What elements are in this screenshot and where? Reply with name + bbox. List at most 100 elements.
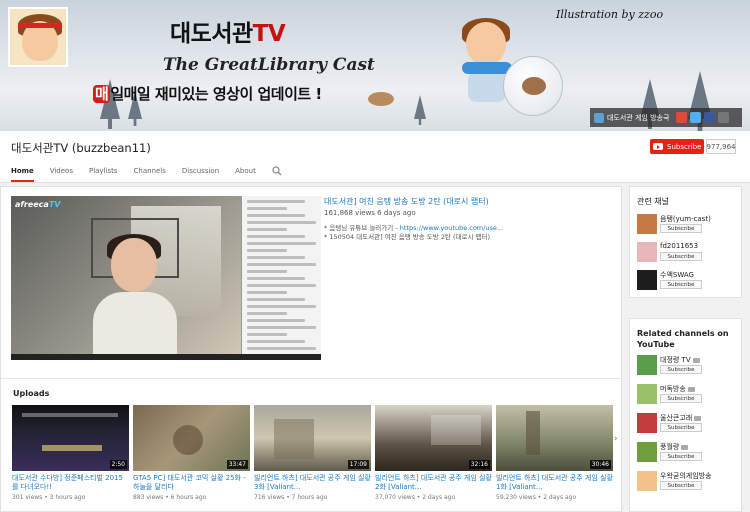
featured-video-player[interactable]: afreecaTV [11,196,321,360]
tab-channels[interactable]: Channels [134,167,166,182]
banner-title: 대도서관TV [170,21,286,47]
subscribe-button[interactable]: Subscribe [660,481,702,490]
video-duration: 33:47 [226,460,248,469]
verified-icon [687,386,695,392]
channel-name[interactable]: 대도서관TV (buzzbean11) [11,140,151,156]
related-channel-item[interactable]: 머독방송 Subscribe [637,384,741,406]
tab-home[interactable]: Home [11,167,34,182]
video-title[interactable]: 빌리언트 하츠] 대도서관 공주 게임 실황 3화 [Valiant... [254,474,371,492]
video-meta: 59,230 views • 2 days ago [496,494,577,501]
illustration-credit: Illustration by zzoo [556,8,664,21]
search-icon[interactable] [272,166,282,176]
video-thumbnail[interactable]: 2:50 [12,405,129,471]
channel-name[interactable]: 풍월량 [660,442,689,452]
subscribe-button[interactable]: Subscribe [650,139,704,154]
twitter-icon[interactable] [690,112,702,123]
subscribe-button[interactable]: Subscribe [660,280,702,289]
subscribe-button[interactable]: Subscribe [660,252,702,261]
featured-video-meta: 161,868 views 6 days ago [324,209,416,217]
banner-snowball [503,56,563,116]
tab-videos[interactable]: Videos [50,167,73,182]
related-channel-item[interactable]: 수액SWAG Subscribe [637,270,741,292]
video-meta: 883 views • 6 hours ago [133,494,207,501]
uploads-heading[interactable]: Uploads [13,389,49,398]
video-title[interactable]: 빌리언트 하츠] 대도서관 공주 게임 실황 2화 [Valiant... [375,474,492,492]
banner-tree [414,95,426,125]
video-title[interactable]: GTA5 PC] 대도서관 코믹 실황 25화 - 하늘을 달리다 [133,474,250,492]
channel-avatar[interactable] [637,413,657,433]
channel-avatar[interactable] [637,442,657,462]
channel-name[interactable]: 수액SWAG [660,270,694,280]
related-channel-item[interactable]: 우왁굳의게임방송 Subscribe [637,471,741,493]
tab-about[interactable]: About [235,167,256,182]
video-card[interactable]: 2:50 대도서관 수다방] 정준페스티벌 2015를 다녀오다!! 301 v… [12,405,129,501]
youtube-logo-icon [653,143,663,150]
video-thumbnail[interactable]: 32:16 [375,405,492,471]
video-meta: 301 views • 3 hours ago [12,494,86,501]
video-person [89,234,181,354]
video-title[interactable]: 빌리언트 하츠] 대도서관 공주 게임 실황 1화 [Valiant... [496,474,613,492]
video-card[interactable]: 33:47 GTA5 PC] 대도서관 코믹 실황 25화 - 하늘을 달리다 … [133,405,250,501]
featured-video-title[interactable]: 대도서관] 여친 음탱 방송 도방 2탄 (대로시 랩터) [324,196,614,207]
related-channel-item[interactable]: 대정령 TV Subscribe [637,355,741,377]
channel-tabs: Home Videos Playlists Channels Discussio… [11,166,282,182]
video-card[interactable]: 17:09 빌리언트 하츠] 대도서관 공주 게임 실황 3화 [Valiant… [254,405,371,501]
video-thumbnail[interactable]: 33:47 [133,405,250,471]
subscribe-button[interactable]: Subscribe [660,224,702,233]
subscriber-count: 977,964 [706,139,736,154]
youtube-related-heading: Related channels on YouTube [637,329,729,349]
video-duration: 32:16 [468,460,490,469]
channel-banner: 대도서관TV The GreatLibrary Cast 매 일매일 재미있는 영… [0,0,750,131]
channel-avatar[interactable] [637,384,657,404]
banner-tagline: 매 일매일 재미있는 영상이 업데이트 ! [93,85,322,103]
video-meta: 37,070 views • 2 days ago [375,494,456,501]
afreeca-logo: afreecaTV [15,200,61,209]
channel-avatar[interactable] [637,242,657,262]
channel-name[interactable]: 울산큰고래 [660,413,702,423]
related-channel-item[interactable]: fd2011653 Subscribe [637,242,741,264]
main-content: afreecaTV 대도서관] 여친 음탱 방송 도방 2탄 (대로시 랩터) … [0,186,622,512]
banner-link-game[interactable]: 대도서관 게임 방송국 [590,108,673,127]
tab-playlists[interactable]: Playlists [89,167,118,182]
video-card[interactable]: 30:46 빌리언트 하츠] 대도서관 공주 게임 실황 1화 [Valiant… [496,405,613,501]
subscribe-button[interactable]: Subscribe [660,394,702,403]
verified-icon [694,415,702,421]
facebook-icon[interactable] [704,112,716,123]
channel-avatar[interactable] [637,214,657,234]
channel-avatar[interactable] [637,355,657,375]
chevron-right-icon[interactable]: › [614,434,618,444]
video-thumbnail[interactable]: 17:09 [254,405,371,471]
channel-name[interactable]: 우왁굳의게임방송 [660,471,712,481]
tab-discussion[interactable]: Discussion [182,167,219,182]
channel-name[interactable]: 대정령 TV [660,355,700,365]
channel-name[interactable]: 머독방송 [660,384,695,394]
video-title[interactable]: 대도서관 수다방] 정준페스티벌 2015를 다녀오다!! [12,474,129,492]
subscribe-button[interactable]: Subscribe [660,452,702,461]
channel-avatar[interactable] [637,270,657,290]
related-channel-item[interactable]: 울산큰고래 Subscribe [637,413,741,435]
channel-header: 대도서관TV (buzzbean11) Subscribe 977,964 Ho… [0,131,750,183]
related-channels-panel: 관련 채널 음탱(yum-cast) Subscribe fd2011653 S… [629,186,742,298]
banner-subtitle: The GreatLibrary Cast [163,55,375,75]
channel-avatar[interactable] [8,7,68,67]
channel-page: 대도서관TV The GreatLibrary Cast 매 일매일 재미있는 영… [0,0,750,512]
related-channel-item[interactable]: 풍월량 Subscribe [637,442,741,464]
related-channels-heading: 관련 채널 [637,197,669,206]
related-channel-item[interactable]: 음탱(yum-cast) Subscribe [637,214,741,236]
section-divider [1,378,621,379]
link-icon [594,112,604,123]
google-plus-icon[interactable] [676,112,688,123]
channel-name[interactable]: fd2011653 [660,242,698,250]
instagram-icon[interactable] [718,112,730,123]
subscribe-button[interactable]: Subscribe [660,423,702,432]
banner-dog [368,92,394,106]
banner-links: 대도서관 게임 방송국 [590,108,742,127]
verified-icon [681,444,689,450]
video-duration: 2:50 [109,460,127,469]
video-thumbnail[interactable]: 30:46 [496,405,613,471]
video-card[interactable]: 32:16 빌리언트 하츠] 대도서관 공주 게임 실황 2화 [Valiant… [375,405,492,501]
channel-avatar[interactable] [637,471,657,491]
player-controls[interactable] [11,354,321,360]
subscribe-button[interactable]: Subscribe [660,365,702,374]
channel-name[interactable]: 음탱(yum-cast) [660,214,711,224]
